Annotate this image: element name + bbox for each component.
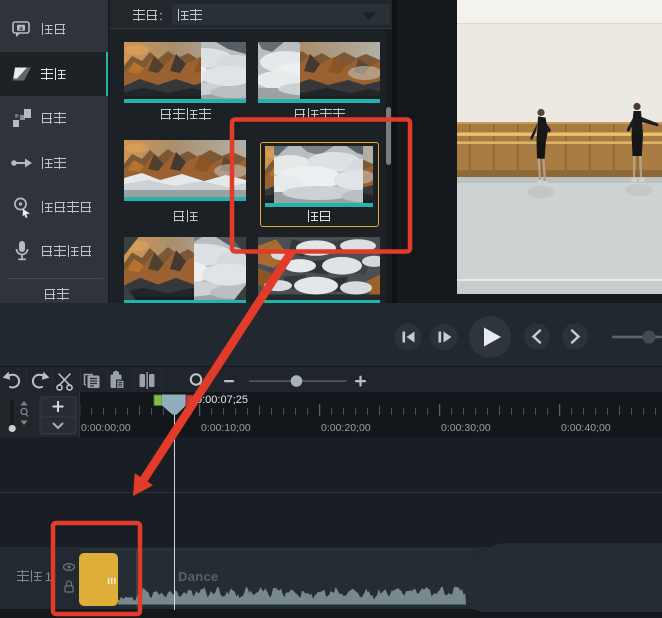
svg-text:a: a	[19, 25, 23, 32]
